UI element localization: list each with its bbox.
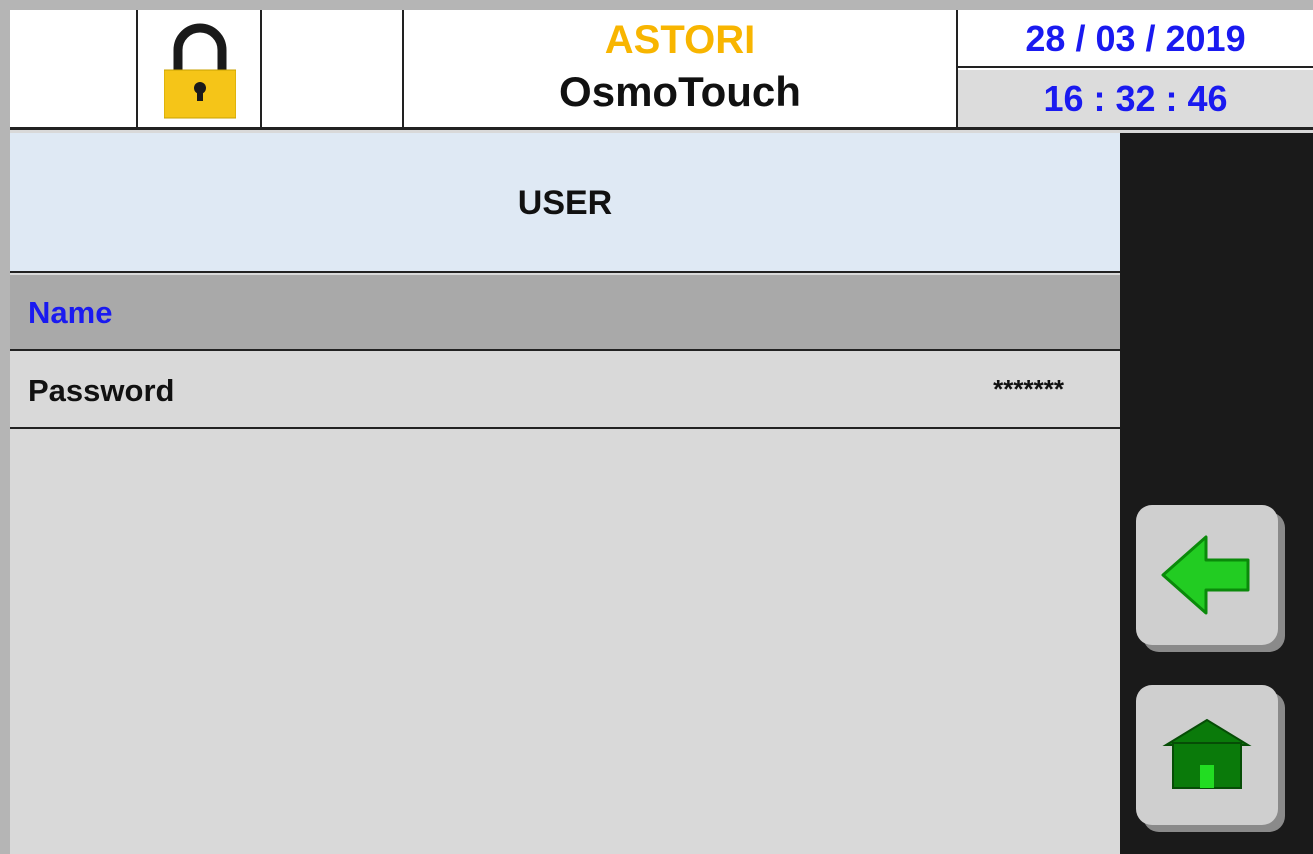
main-content: USER Name Password ******* xyxy=(10,133,1120,854)
header-empty-cell-middle xyxy=(262,10,404,127)
screen-frame: ASTORI OsmoTouch 28 / 03 / 2019 16 : 32 … xyxy=(10,10,1313,854)
password-label: Password xyxy=(28,373,175,408)
side-nav-panel xyxy=(1120,133,1313,854)
product-name: OsmoTouch xyxy=(559,68,801,115)
header-bar: ASTORI OsmoTouch 28 / 03 / 2019 16 : 32 … xyxy=(10,10,1313,130)
home-icon xyxy=(1162,718,1252,789)
home-button[interactable] xyxy=(1136,685,1278,825)
arrow-left-icon xyxy=(1161,535,1250,615)
page-title: USER xyxy=(10,133,1120,273)
password-value: ******* xyxy=(993,374,1064,404)
header-empty-cell-left xyxy=(10,10,138,127)
brand-name: ASTORI xyxy=(604,18,756,62)
password-row[interactable]: Password ******* xyxy=(10,353,1120,429)
datetime-cell: 28 / 03 / 2019 16 : 32 : 46 xyxy=(958,10,1313,127)
date-display: 28 / 03 / 2019 xyxy=(958,10,1313,68)
padlock-locked-icon xyxy=(164,23,236,119)
name-row[interactable]: Name xyxy=(10,275,1120,351)
time-display: 16 : 32 : 46 xyxy=(958,70,1313,127)
lock-button[interactable] xyxy=(138,10,262,127)
header-title-cell: ASTORI OsmoTouch xyxy=(404,10,958,127)
name-label: Name xyxy=(28,295,113,330)
back-button[interactable] xyxy=(1136,505,1278,645)
